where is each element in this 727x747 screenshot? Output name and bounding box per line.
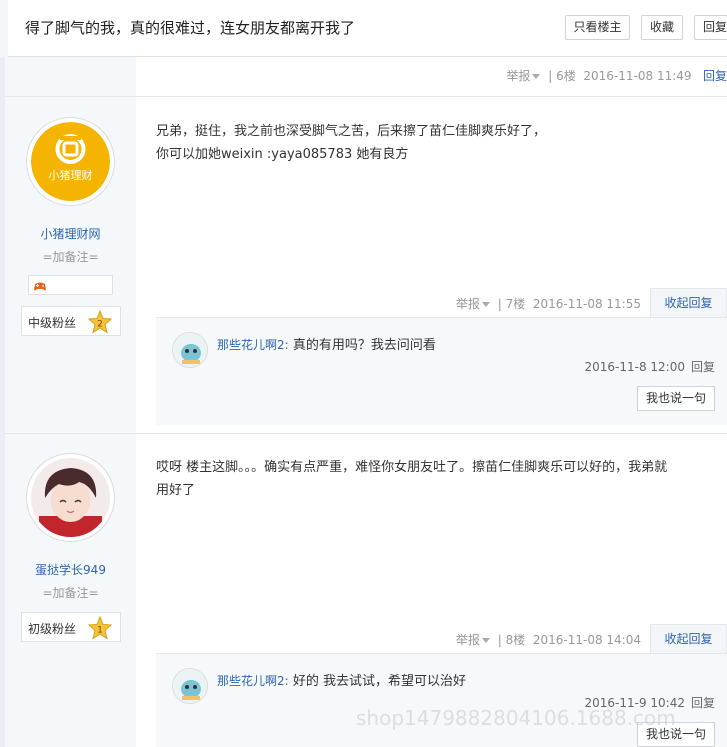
floor7-meta: 举报 | 7楼 2016-11-08 11:55 xyxy=(456,295,641,312)
sub-reply-line: 那些花儿啊2: 真的有用吗？我去问问看 xyxy=(217,334,436,353)
say-something-button[interactable]: 我也说一句 xyxy=(637,722,715,747)
fan-level-badge[interactable]: 中级粉丝 2 xyxy=(21,306,121,336)
avatar[interactable] xyxy=(26,453,115,542)
chevron-down-icon[interactable] xyxy=(481,302,490,307)
floor8-meta: 举报 | 8楼 2016-11-08 14:04 xyxy=(456,631,641,648)
svg-text:小猪理财: 小猪理财 xyxy=(49,168,93,182)
sub-reply-meta: 2016-11-8 12:00 回复 xyxy=(584,358,715,375)
post-line: 兄弟，挺住，我之前也深受脚气之苦，后来擦了苗仁佳脚爽乐好了， xyxy=(156,124,547,139)
sub-reply-user[interactable]: 那些花儿啊2: xyxy=(217,338,289,352)
thread-title: 得了脚气的我，真的很难过，连女朋友都离开我了 xyxy=(25,19,356,37)
collapse-replies-tab[interactable]: 收起回复 xyxy=(650,288,727,318)
sub-reply-text: 好的 我去试试，希望可以治好 xyxy=(288,674,466,689)
post-line: 用好了 xyxy=(156,483,196,498)
sub-reply-user[interactable]: 那些花儿啊2: xyxy=(217,674,289,688)
sub-reply-reply-link[interactable]: 回复 xyxy=(691,696,715,710)
title-bar-edge xyxy=(0,0,8,57)
add-remark-link[interactable]: =加备注= xyxy=(5,584,136,601)
only-op-button[interactable]: 只看楼主 xyxy=(565,15,630,40)
post-line: 你可以加她weixin :yaya085783 她有良方 xyxy=(156,147,409,162)
post-divider xyxy=(5,433,727,434)
user-badges xyxy=(28,275,113,295)
floor-number: | 6楼 xyxy=(548,69,576,83)
floor6-meta: 举报 | 6楼 2016-11-08 11:49 回复 xyxy=(506,67,727,84)
floor-number: | 7楼 xyxy=(497,297,526,311)
sub-reply-meta: 2016-11-9 10:42 回复 xyxy=(584,694,715,711)
fan-level-badge[interactable]: 初级粉丝 1 xyxy=(21,612,121,642)
avatar[interactable]: 小猪理财 xyxy=(26,117,115,206)
post-content: 哎呀 楼主这脚。。。确实有点严重，难怪你女朋友吐了。擦苗仁佳脚爽乐可以好的，我弟… xyxy=(156,456,724,502)
post-time: 2016-11-08 14:04 xyxy=(532,633,641,647)
favorite-button[interactable]: 收藏 xyxy=(641,15,683,40)
post-time: 2016-11-08 11:55 xyxy=(532,297,641,311)
collapse-replies-tab[interactable]: 收起回复 xyxy=(650,624,727,654)
username[interactable]: 小猪理财网 xyxy=(5,225,136,242)
sub-reply-time: 2016-11-9 10:42 xyxy=(584,696,685,710)
post-time: 2016-11-08 11:49 xyxy=(583,69,692,83)
star-level-icon: 2 xyxy=(88,310,112,334)
add-remark-link[interactable]: =加备注= xyxy=(5,248,136,265)
sub-reply-line: 那些花儿啊2: 好的 我去试试，希望可以治好 xyxy=(217,670,466,689)
fan-level-label: 中级粉丝 xyxy=(28,316,77,330)
avatar[interactable] xyxy=(172,668,208,704)
sub-reply-reply-link[interactable]: 回复 xyxy=(691,360,715,374)
avatar[interactable] xyxy=(172,332,208,368)
floor-number: | 8楼 xyxy=(497,633,526,647)
star-level-icon: 1 xyxy=(88,616,112,640)
username[interactable]: 蛋挞学长949 xyxy=(5,561,136,578)
svg-text:2: 2 xyxy=(97,320,103,330)
report-link[interactable]: 举报 xyxy=(506,69,530,83)
say-something-button[interactable]: 我也说一句 xyxy=(637,386,715,411)
sub-reply-time: 2016-11-8 12:00 xyxy=(584,360,685,374)
report-link[interactable]: 举报 xyxy=(456,633,480,647)
avatar-logo: 小猪理财 xyxy=(31,122,110,201)
reply-button[interactable]: 回复 xyxy=(694,15,727,40)
fan-level-label: 初级粉丝 xyxy=(28,622,77,636)
sub-reply-panel: 那些花儿啊2: 好的 我去试试，希望可以治好 2016-11-9 10:42 回复… xyxy=(156,653,727,747)
report-link[interactable]: 举报 xyxy=(456,297,480,311)
post-content: 兄弟，挺住，我之前也深受脚气之苦，后来擦了苗仁佳脚爽乐好了， 你可以加她weix… xyxy=(156,120,724,166)
sub-reply-text: 真的有用吗？我去问问看 xyxy=(288,338,436,353)
avatar-anime-portrait xyxy=(31,458,110,537)
svg-text:1: 1 xyxy=(97,626,103,636)
post-divider xyxy=(5,96,727,97)
sub-reply-panel: 那些花儿啊2: 真的有用吗？我去问问看 2016-11-8 12:00 回复 我也… xyxy=(156,317,727,425)
reply-link[interactable]: 回复 xyxy=(703,69,727,83)
game-controller-icon[interactable] xyxy=(32,278,48,294)
chevron-down-icon[interactable] xyxy=(481,638,490,643)
chevron-down-icon[interactable] xyxy=(532,74,541,79)
tieba-thread-page: 得了脚气的我，真的很难过，连女朋友都离开我了 只看楼主 收藏 回复 举报 | 6… xyxy=(0,0,727,747)
post-line: 哎呀 楼主这脚。。。确实有点严重，难怪你女朋友吐了。擦苗仁佳脚爽乐可以好的，我弟… xyxy=(156,460,668,475)
thread-title-bar: 得了脚气的我，真的很难过，连女朋友都离开我了 只看楼主 收藏 回复 xyxy=(0,0,727,57)
